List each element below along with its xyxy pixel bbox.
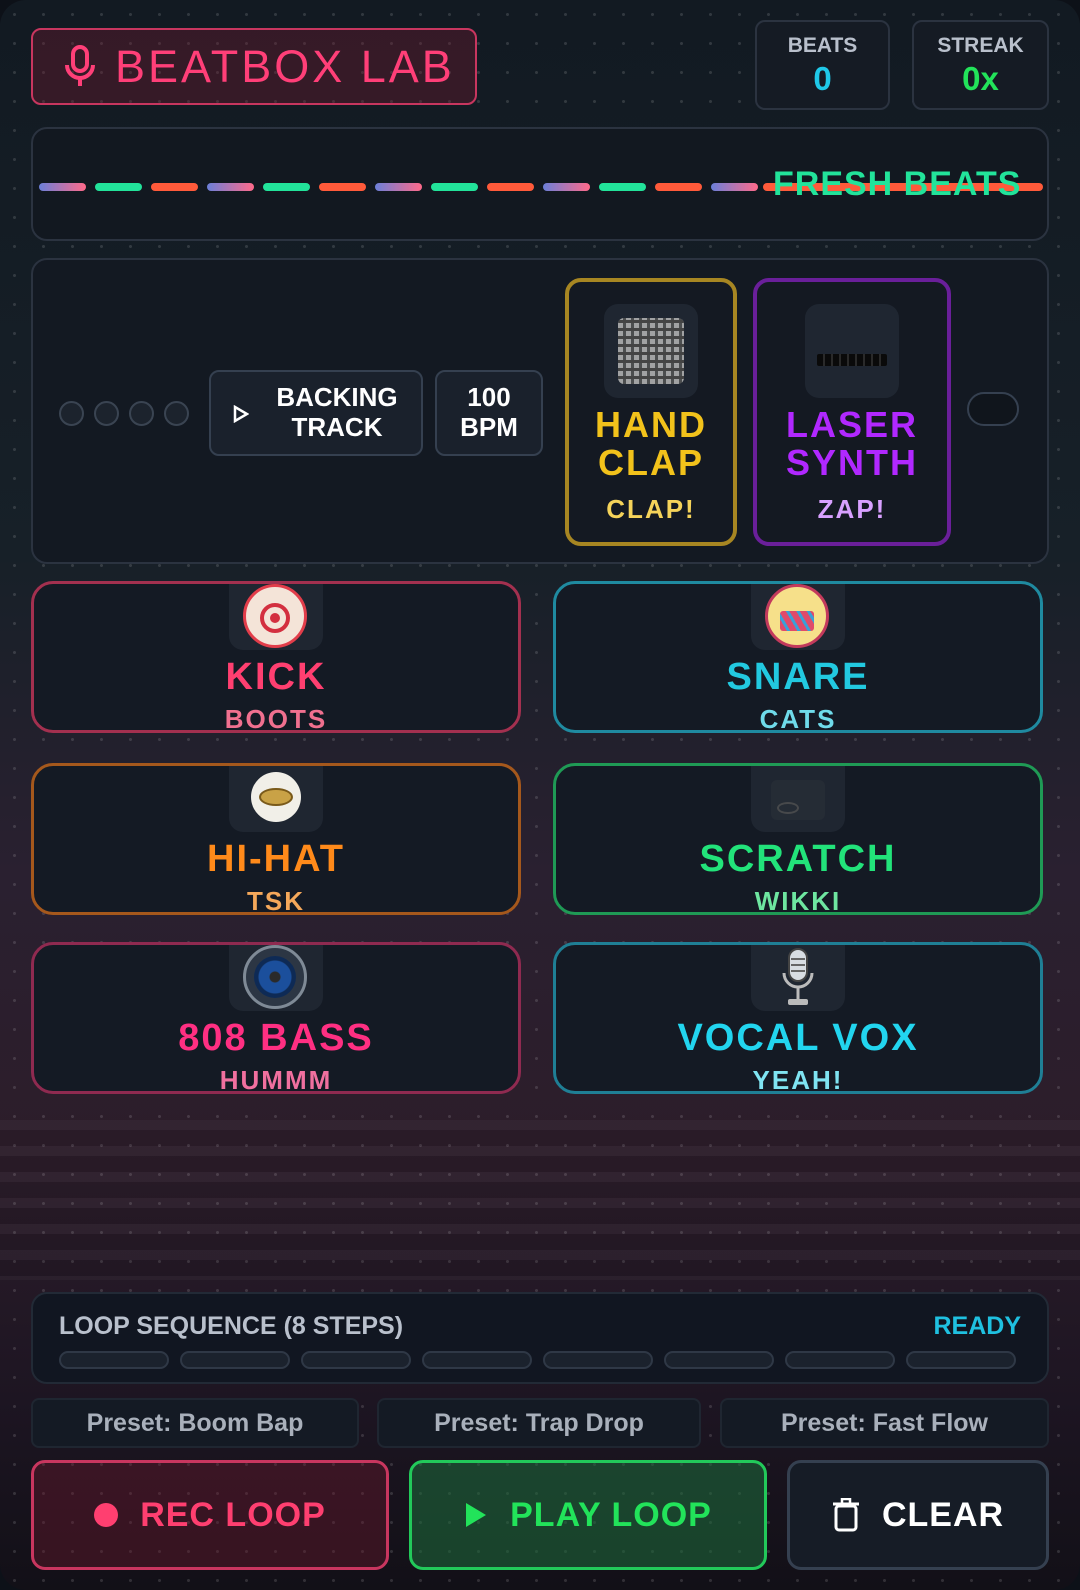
synth-keyboard-icon <box>805 304 899 398</box>
loop-step[interactable] <box>422 1351 532 1369</box>
play-icon <box>233 405 249 423</box>
loop-step[interactable] <box>785 1351 895 1369</box>
banner-dash <box>319 183 366 191</box>
loop-status: READY <box>933 1312 1021 1340</box>
marquee-text: FRESH BEATS <box>773 165 1022 203</box>
loop-title: LOOP SEQUENCE (8 STEPS) <box>59 1312 404 1340</box>
marquee-banner: FRESH BEATS <box>31 127 1049 241</box>
streak-label: STREAK <box>937 34 1024 57</box>
sample-sound: ZAP! <box>817 494 887 524</box>
beat-indicator-dot <box>129 401 154 426</box>
play-loop-button[interactable]: PLAY LOOP <box>409 1460 767 1570</box>
snare-drum-icon <box>751 584 845 650</box>
hi-hat-icon <box>229 766 323 832</box>
pad-name: SCRATCH <box>699 838 897 880</box>
banner-dash <box>711 183 758 191</box>
pad-sound: TSK <box>247 886 305 916</box>
banner-dash <box>655 183 702 191</box>
clear-label: CLEAR <box>881 1495 1005 1534</box>
rec-loop-label: REC LOOP <box>140 1495 326 1534</box>
pad-scratch[interactable]: SCRATCH WIKKI <box>553 763 1043 916</box>
pad-name: KICK <box>225 656 327 698</box>
speaker-icon <box>229 945 323 1011</box>
pad-sound: CATS <box>759 704 837 734</box>
bpm-button[interactable]: 100 BPM <box>435 370 543 456</box>
beats-value: 0 <box>813 60 832 97</box>
record-icon <box>94 1503 119 1527</box>
loop-sequence-panel: LOOP SEQUENCE (8 STEPS) READY <box>31 1292 1049 1384</box>
streak-counter: STREAK 0x <box>912 20 1049 110</box>
launchpad-icon <box>604 304 698 398</box>
pad-snare[interactable]: SNARE CATS <box>553 581 1043 734</box>
play-loop-label: PLAY LOOP <box>510 1495 712 1534</box>
loop-step[interactable] <box>664 1351 774 1369</box>
banner-dash <box>375 183 422 191</box>
turntable-icon <box>751 766 845 832</box>
microphone-icon <box>65 44 95 86</box>
pad-name: VOCAL VOX <box>677 1017 919 1059</box>
pad-808-bass[interactable]: 808 BASS HUMMM <box>31 942 521 1095</box>
sample-name: HAND CLAP <box>595 404 707 483</box>
loop-step[interactable] <box>301 1351 411 1369</box>
banner-dash <box>263 183 310 191</box>
preset-fast-flow-button[interactable]: Preset: Fast Flow <box>720 1398 1049 1448</box>
pad-kick[interactable]: KICK BOOTS <box>31 581 521 734</box>
clear-button[interactable]: CLEAR <box>787 1460 1049 1570</box>
pad-name: HI-HAT <box>207 838 345 880</box>
beats-counter: BEATS 0 <box>755 20 890 110</box>
backing-track-label: BACKING TRACK <box>276 382 398 442</box>
loop-step[interactable] <box>543 1351 653 1369</box>
streak-value: 0x <box>962 60 999 97</box>
sample-name: LASER SYNTH <box>785 404 918 483</box>
preset-boom-bap-button[interactable]: Preset: Boom Bap <box>31 1398 359 1448</box>
banner-dash <box>207 183 254 191</box>
loop-step[interactable] <box>59 1351 169 1369</box>
pad-sound: BOOTS <box>224 704 328 734</box>
app-title-badge: BEATBOX LAB <box>31 28 477 105</box>
banner-dash <box>543 183 590 191</box>
backing-track-button[interactable]: BACKING TRACK <box>209 370 423 456</box>
pad-name: SNARE <box>726 656 870 698</box>
banner-dash <box>487 183 534 191</box>
pad-sound: YEAH! <box>752 1065 844 1095</box>
app-frame: BEATBOX LAB BEATS 0 STREAK 0x FRESH BEAT… <box>0 0 1080 1590</box>
banner-dash <box>151 183 198 191</box>
sample-sound: CLAP! <box>606 494 696 524</box>
app-title: BEATBOX LAB <box>115 40 455 92</box>
loop-step[interactable] <box>180 1351 290 1369</box>
beats-label: BEATS <box>787 34 858 57</box>
pad-hi-hat[interactable]: HI-HAT TSK <box>31 763 521 916</box>
loop-step[interactable] <box>906 1351 1016 1369</box>
pad-sound: HUMMM <box>219 1065 333 1095</box>
rec-loop-button[interactable]: REC LOOP <box>31 1460 389 1570</box>
controls-panel: BACKING TRACK 100 BPM HAND CLAP CLAP! LA… <box>31 258 1049 564</box>
banner-dash <box>95 183 142 191</box>
banner-dash <box>39 183 86 191</box>
beat-indicator-dot <box>94 401 119 426</box>
trash-icon <box>832 1498 859 1532</box>
pad-vocal-vox[interactable]: VOCAL VOX YEAH! <box>553 942 1043 1095</box>
toggle-switch[interactable] <box>967 392 1019 426</box>
pad-sound: WIKKI <box>754 886 842 916</box>
preset-trap-drop-button[interactable]: Preset: Trap Drop <box>377 1398 701 1448</box>
sample-laser-synth[interactable]: LASER SYNTH ZAP! <box>753 278 951 546</box>
sample-hand-clap[interactable]: HAND CLAP CLAP! <box>565 278 737 546</box>
banner-dash <box>431 183 478 191</box>
beat-indicator-dot <box>164 401 189 426</box>
banner-dash <box>599 183 646 191</box>
beat-indicator-dot <box>59 401 84 426</box>
pad-name: 808 BASS <box>178 1017 374 1059</box>
kick-drum-icon <box>229 584 323 650</box>
play-icon <box>466 1503 487 1527</box>
microphone-icon <box>751 945 845 1011</box>
